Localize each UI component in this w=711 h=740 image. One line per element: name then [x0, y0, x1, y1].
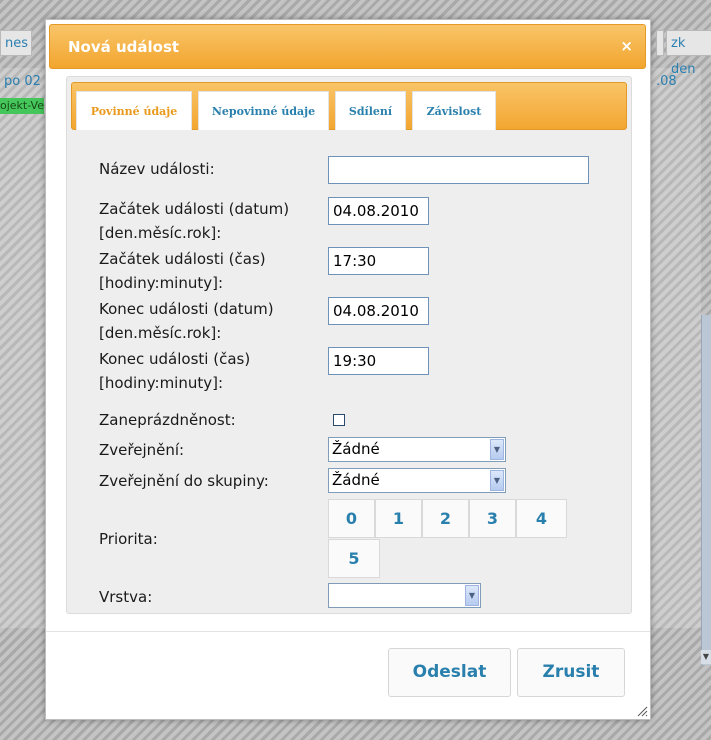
background-nav-button: nes — [0, 30, 32, 56]
background-nav-button-small — [656, 30, 664, 56]
background-scroll-down-icon: ▼ — [701, 650, 711, 664]
layer-select[interactable]: ▼ — [328, 583, 481, 608]
tab-dependency[interactable]: Závislost — [412, 91, 496, 130]
publish-select[interactable]: Žádné ▼ — [328, 437, 506, 462]
background-calendar-left — [0, 68, 45, 628]
submit-button[interactable]: Odeslat — [388, 648, 511, 697]
cancel-button[interactable]: Zrusit — [517, 648, 625, 697]
priority-label: Priorita: — [99, 530, 158, 548]
background-nav-button-right: zk den — [666, 30, 711, 77]
priority-option-0[interactable]: 0 — [328, 499, 375, 538]
priority-option-1[interactable]: 1 — [375, 499, 422, 538]
chevron-down-icon: ▼ — [465, 585, 479, 606]
publish-label: Zveřejnění: — [99, 441, 185, 459]
background-day-header: po 02 — [4, 74, 41, 89]
background-day-header-right: .08 — [656, 74, 677, 89]
publish-select-value: Žádné — [332, 440, 380, 458]
busy-checkbox[interactable] — [333, 414, 345, 426]
start-date-format-label: [den.měsíc.rok]: — [99, 224, 222, 242]
start-date-label: Začátek události (datum) — [99, 200, 290, 218]
background-event: ojekt-Ve — [0, 98, 44, 114]
chevron-down-icon: ▼ — [490, 470, 504, 491]
tab-optional-info[interactable]: Nepovinné údaje — [198, 91, 329, 130]
event-name-input[interactable] — [328, 156, 589, 184]
background-scrollbar — [701, 315, 711, 665]
end-date-format-label: [den.měsíc.rok]: — [99, 324, 222, 342]
end-time-input[interactable] — [328, 347, 429, 375]
priority-option-4[interactable]: 4 — [516, 499, 567, 538]
start-date-input[interactable] — [328, 197, 429, 225]
busy-label: Zaneprázdněnost: — [99, 411, 236, 429]
form-panel: Povinné údaje Nepovinné údaje Sdílení Zá… — [66, 76, 632, 614]
start-time-format-label: [hodiny:minuty]: — [99, 274, 224, 292]
tab-required-info[interactable]: Povinné údaje — [76, 91, 192, 130]
dialog-title: Nová událost — [68, 38, 180, 56]
resize-handle-icon[interactable] — [636, 705, 648, 717]
chevron-down-icon: ▼ — [490, 439, 504, 460]
end-time-label: Konec události (čas) — [99, 350, 251, 368]
start-time-input[interactable] — [328, 247, 429, 275]
tab-sharing[interactable]: Sdílení — [335, 91, 406, 130]
tab-bar: Povinné údaje Nepovinné údaje Sdílení Zá… — [71, 82, 627, 130]
background-calendar-right — [651, 68, 701, 628]
end-date-label: Konec události (datum) — [99, 300, 274, 318]
dialog-separator — [46, 631, 650, 632]
priority-option-5[interactable]: 5 — [328, 539, 380, 578]
priority-option-2[interactable]: 2 — [422, 499, 469, 538]
dialog-titlebar[interactable]: Nová událost × — [49, 24, 646, 69]
close-icon[interactable]: × — [620, 37, 633, 55]
publish-group-select-value: Žádné — [332, 471, 380, 489]
end-date-input[interactable] — [328, 297, 429, 325]
end-time-format-label: [hodiny:minuty]: — [99, 374, 224, 392]
publish-group-select[interactable]: Žádné ▼ — [328, 468, 506, 493]
start-time-label: Začátek události (čas) — [99, 250, 266, 268]
priority-option-3[interactable]: 3 — [469, 499, 516, 538]
publish-group-label: Zveřejnění do skupiny: — [99, 472, 269, 490]
new-event-dialog: Nová událost × Povinné údaje Nepovinné ú… — [45, 19, 651, 720]
event-name-label: Název události: — [99, 160, 215, 178]
layer-label: Vrstva: — [99, 588, 153, 606]
